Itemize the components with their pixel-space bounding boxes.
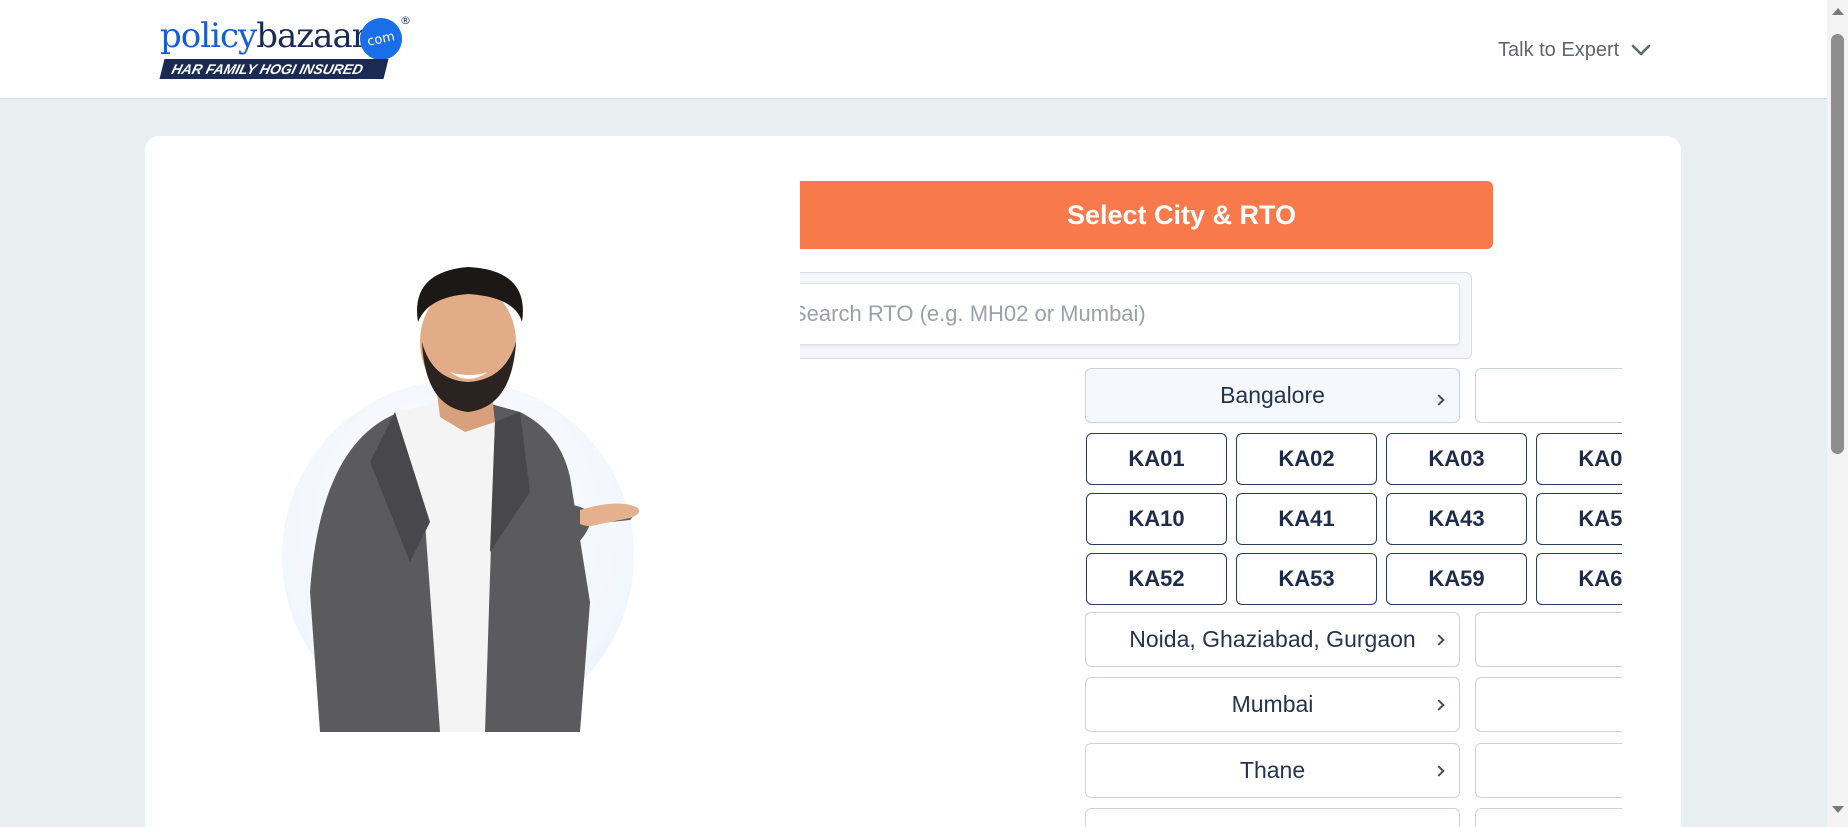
chevron-right-icon (1433, 393, 1445, 406)
chevron-down-icon (1631, 44, 1651, 56)
city-button-partial[interactable] (1475, 808, 1622, 827)
rto-button[interactable]: KA59 (1386, 553, 1527, 605)
policybazaar-logo[interactable]: policybazaar com ® HAR FAMILY HOGI INSUR… (159, 14, 411, 80)
rto-button[interactable]: KA43 (1386, 493, 1527, 545)
scroll-up-arrow-icon[interactable] (1832, 8, 1844, 15)
city-mumbai-button[interactable]: Mumbai (1085, 677, 1460, 732)
page-scrollbar[interactable] (1827, 0, 1848, 827)
scroll-down-arrow-icon[interactable] (1832, 806, 1844, 813)
rto-button[interactable]: KA02 (1236, 433, 1377, 485)
logo-word-policy: policy (160, 16, 257, 56)
talk-to-expert-label: Talk to Expert (1498, 38, 1620, 61)
chevron-right-icon (1433, 764, 1445, 777)
city-label: Thane (1239, 757, 1306, 783)
scrollbar-thumb[interactable] (1831, 34, 1844, 454)
rto-button[interactable]: KA51 (1536, 493, 1622, 545)
city-label: Noida, Ghaziabad, Gurgaon (1129, 626, 1416, 652)
city-button-partial[interactable] (1475, 677, 1622, 732)
select-city-rto-title: Select City & RTO (800, 181, 1493, 249)
logo-wordmark: policybazaar (160, 14, 368, 58)
city-button-partial[interactable] (1475, 368, 1622, 423)
chevron-right-icon (1433, 633, 1445, 646)
rto-button[interactable]: KA53 (1236, 553, 1377, 605)
rto-button[interactable]: KA60 (1536, 553, 1622, 605)
rto-button[interactable]: KA01 (1086, 433, 1227, 485)
city-thane-button[interactable]: Thane (1085, 743, 1460, 798)
city-ncr-button[interactable]: Noida, Ghaziabad, Gurgaon (1085, 612, 1460, 667)
rto-selection-panel: Select City & RTO Bangalore KA01 KA02 KA… (800, 170, 1622, 827)
city-button-partial[interactable] (1475, 612, 1622, 667)
rto-search-input[interactable] (800, 283, 1460, 345)
rto-button[interactable]: KA41 (1236, 493, 1377, 545)
header: policybazaar com ® HAR FAMILY HOGI INSUR… (0, 0, 1827, 99)
city-label: Mumbai (1231, 691, 1314, 717)
logo-word-bazaar: bazaar (256, 16, 368, 56)
logo-registered-mark: ® (400, 14, 411, 27)
rto-button[interactable]: KA03 (1386, 433, 1527, 485)
city-button-partial[interactable] (1085, 808, 1460, 827)
brand-ambassador-portrait (310, 267, 639, 732)
chevron-right-icon (1433, 698, 1445, 711)
talk-to-expert-dropdown[interactable]: Talk to Expert (1498, 36, 1651, 64)
rto-button[interactable]: KA10 (1086, 493, 1227, 545)
city-button-partial[interactable] (1475, 743, 1622, 798)
logo-tagline: HAR FAMILY HOGI INSURED (159, 59, 389, 79)
search-container (800, 272, 1472, 359)
rto-button[interactable]: KA04 (1536, 433, 1622, 485)
city-bangalore-button[interactable]: Bangalore (1085, 368, 1460, 423)
rto-button[interactable]: KA52 (1086, 553, 1227, 605)
city-label: Bangalore (1220, 382, 1325, 408)
